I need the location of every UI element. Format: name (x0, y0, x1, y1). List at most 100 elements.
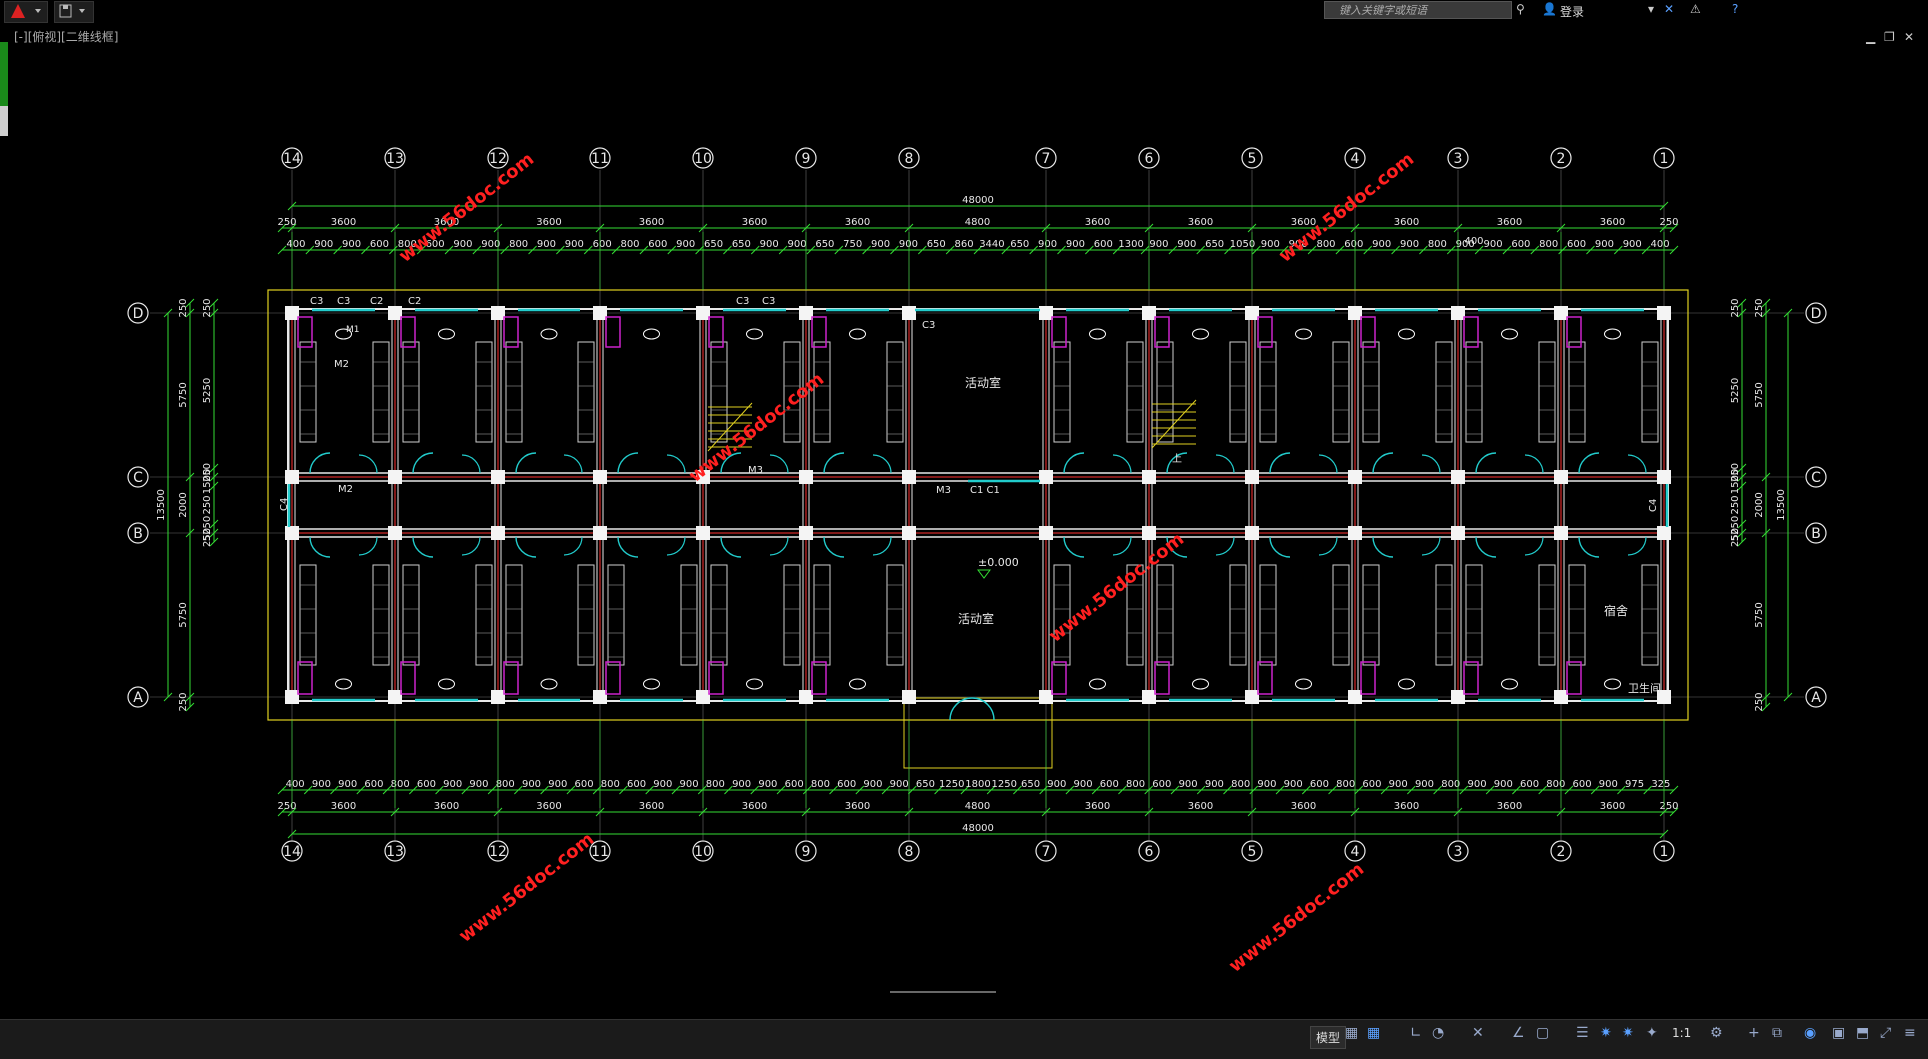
osnap-icon[interactable]: ✕ (1472, 1025, 1484, 1041)
dim-left-inner-text: 250 (202, 528, 213, 547)
fullscreen-icon[interactable]: ⤢ (1880, 1025, 1891, 1041)
toilet-stall (605, 661, 621, 695)
dim-sub-top-text: 900 (760, 239, 779, 250)
column (902, 306, 916, 320)
status-bar: 模型 ▦ ▦ ∟ ◔ ✕ ∠ ▢ ☰ ✷ ✷ ✦ 1:1 ⚙ + ⧉ ◉ ▣ ⬒… (0, 1019, 1928, 1059)
binoculars-icon[interactable]: ⚲ (1516, 2, 1525, 16)
exchange-icon[interactable]: ✕ (1664, 2, 1674, 16)
bed (1435, 564, 1453, 666)
door-swing (666, 454, 686, 474)
door-swing (720, 536, 742, 558)
dim-sub-bottom-text: 600 (1152, 779, 1171, 790)
dim-sub-bottom-text: 900 (1389, 779, 1408, 790)
dim-left-segments-text: 5750 (178, 602, 189, 627)
washbasin (746, 328, 763, 340)
toilet-stall (1360, 661, 1376, 695)
model-tab[interactable]: 模型 (1310, 1026, 1347, 1049)
dim-sub-bottom-text: 900 (1599, 779, 1618, 790)
dim-right-inner-text: 1500 (1730, 469, 1741, 494)
dim-sub-top-text: 800 (1428, 239, 1447, 250)
dim-sub-bottom-text: 900 (1284, 779, 1303, 790)
plus-icon[interactable]: + (1748, 1025, 1760, 1041)
washbasin (643, 328, 660, 340)
bed (475, 564, 493, 666)
quick-access-toolbar[interactable] (54, 1, 94, 23)
polar-icon[interactable]: ◔ (1432, 1025, 1444, 1041)
help-icon[interactable]: ? (1732, 2, 1738, 16)
grid-bubble-label: 2 (1557, 844, 1566, 860)
gear-icon[interactable]: ⚙ (1710, 1025, 1723, 1041)
grid-bubble-label: 9 (802, 151, 811, 167)
app-menu-button[interactable] (4, 1, 48, 23)
dim-sub-bottom-text: 600 (1362, 779, 1381, 790)
column (1348, 470, 1362, 484)
dim-sub-top-text: 900 (481, 239, 500, 250)
dropdown-icon[interactable]: ▾ (1648, 2, 1654, 16)
properties-icon[interactable]: ☰ (1576, 1025, 1589, 1041)
toilet-stall (1566, 661, 1582, 695)
column (1142, 690, 1156, 704)
washbasin (438, 328, 455, 340)
dim-sub-top-text: 900 (537, 239, 556, 250)
grid-bubble-label: 12 (489, 844, 507, 860)
selection-icon[interactable]: ▢ (1536, 1025, 1549, 1041)
room-activity-bottom: 活动室 (958, 611, 994, 626)
bed (1568, 564, 1586, 666)
dim-bay-bottom-text: 250 (277, 801, 296, 812)
washbasin (746, 678, 763, 690)
window-c3d: C3 (762, 296, 775, 307)
dim-sub-top-text: 900 (676, 239, 695, 250)
dim-sub-top-text: 600 (370, 239, 389, 250)
workspace-icon[interactable]: ⧉ (1772, 1025, 1782, 1041)
dim-sub-top-text: 900 (871, 239, 890, 250)
snap-toggle-icon[interactable]: ▦ (1367, 1025, 1380, 1041)
door-swing (1475, 536, 1497, 558)
grid-toggle-icon[interactable]: ▦ (1345, 1025, 1358, 1041)
bed (813, 564, 831, 666)
ortho-icon[interactable]: ∟ (1410, 1025, 1422, 1041)
annoscale-icon[interactable]: ✦ (1646, 1025, 1658, 1041)
drawing-canvas[interactable]: 14141313121211111010998877665544332211D D… (0, 22, 1928, 1018)
dim-sub-top-text: 900 (787, 239, 806, 250)
dim-bay-bottom-text: 250 (1659, 801, 1678, 812)
column (1451, 470, 1465, 484)
door-m3a: M3 (748, 465, 763, 476)
grid-bubble-label: 1 (1660, 844, 1669, 860)
elevation-triangle (977, 569, 991, 579)
dim-right-inner-text: 250 (1730, 495, 1741, 514)
grid-bubble-label: 7 (1042, 844, 1051, 860)
dim-bay-bottom-text: 3600 (639, 801, 664, 812)
washbasin (1192, 678, 1209, 690)
dim-bay-bottom-text: 3600 (1600, 801, 1625, 812)
clean-screen-icon[interactable]: ⬒ (1856, 1025, 1869, 1041)
bed (1362, 564, 1380, 666)
dim-sub-bottom-text: 600 (1573, 779, 1592, 790)
customize-icon[interactable]: ≡ (1904, 1025, 1916, 1041)
annotation-auto-icon[interactable]: ✷ (1622, 1025, 1634, 1041)
bed (1053, 341, 1071, 443)
hardware-icon[interactable]: ▣ (1832, 1025, 1845, 1041)
search-input[interactable]: 键入关键字或短语 (1324, 1, 1512, 19)
isolate-icon[interactable]: ◉ (1804, 1025, 1816, 1041)
toilet-stall (605, 316, 621, 348)
grid-bubble-label: 13 (386, 844, 404, 860)
column (1039, 526, 1053, 540)
login-button[interactable]: 登录 (1560, 3, 1584, 20)
dim-right-segments-text: 2000 (1754, 492, 1765, 517)
column (799, 470, 813, 484)
dim-right-inner-text: 250 (1730, 298, 1741, 317)
dim-sub-top-text: 900 (1595, 239, 1614, 250)
column (1554, 690, 1568, 704)
column (1657, 470, 1671, 484)
a360-icon[interactable]: ⚠ (1690, 2, 1701, 16)
dim-left-segments-text: 2000 (178, 492, 189, 517)
annotation-icon[interactable]: ✷ (1600, 1025, 1612, 1041)
dim-sub-top-text: 650 (1010, 239, 1029, 250)
door-swing (1372, 536, 1394, 558)
washbasin (438, 678, 455, 690)
lineweight-icon[interactable]: ∠ (1512, 1025, 1525, 1041)
dim-sub-bottom-text: 900 (890, 779, 909, 790)
grid-bubble-label: 4 (1351, 151, 1360, 167)
annotation-scale[interactable]: 1:1 (1672, 1026, 1691, 1040)
bed (710, 341, 728, 443)
